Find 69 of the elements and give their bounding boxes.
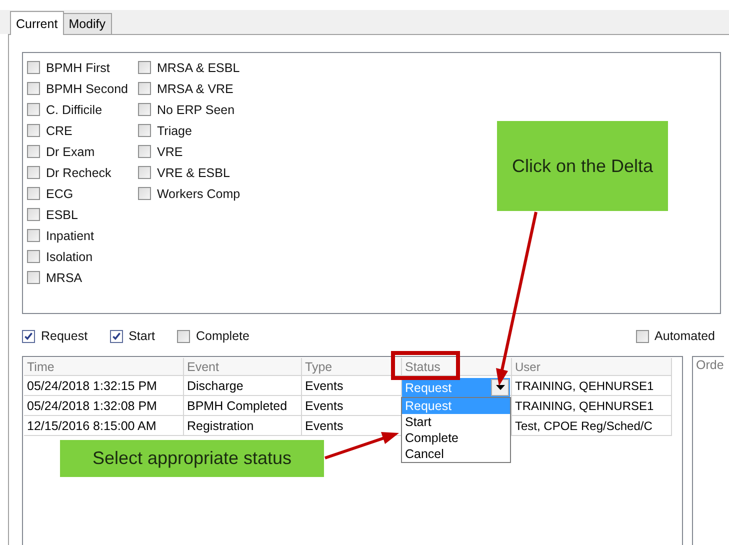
checkbox-label: VRE & ESBL [156,166,230,180]
checkbox[interactable] [27,250,40,263]
table-cell: TRAINING, QEHNURSE1 [512,396,672,416]
checkbox-label: Start [128,329,155,343]
checkbox[interactable] [138,103,151,116]
checkbox[interactable] [27,208,40,221]
checkbox[interactable] [110,330,123,342]
table-cell: Discharge [184,376,302,396]
column-header[interactable]: Status [402,358,512,376]
checkbox-label: MRSA [46,270,82,284]
checkbox[interactable] [138,124,151,137]
checkbox[interactable] [27,145,40,158]
checkbox[interactable] [138,61,151,74]
checkbox-label: MRSA & VRE [156,82,234,96]
checkbox[interactable] [138,82,151,95]
checkbox[interactable] [138,166,151,179]
tab[interactable]: Modify [62,13,112,34]
checkbox-label: No ERP Seen [156,102,235,116]
checkbox-label: Isolation [46,250,93,264]
checkbox[interactable] [27,271,40,284]
panel-title: Orde [696,358,724,372]
checkbox[interactable] [138,145,151,158]
checkbox[interactable] [27,187,40,200]
dropdown-option[interactable]: Cancel [402,446,510,462]
table-cell: 05/24/2018 1:32:15 PM [24,376,184,396]
checkbox-label: CRE [46,124,72,138]
checkbox[interactable] [636,330,649,342]
checkbox-label: Complete [196,329,250,343]
table-cell: 05/24/2018 1:32:08 PM [24,396,184,416]
checkbox-label: Workers Comp [156,186,240,200]
checkbox-label: C. Difficile [46,102,102,116]
tab[interactable]: Current [10,11,64,35]
dropdown-option[interactable]: Request [402,398,510,414]
table-cell: 12/15/2016 8:15:00 AM [24,416,184,436]
table-cell: Registration [184,416,302,436]
checkbox[interactable] [27,103,40,116]
checkbox-label: BPMH Second [46,82,128,96]
callout: Click on the Delta [497,121,668,211]
checkbox[interactable] [27,166,40,179]
checkbox-label: ECG [46,186,74,200]
dropdown-option[interactable]: Complete [402,430,510,446]
checkbox[interactable] [176,330,190,342]
checkbox-label: BPMH First [46,60,110,74]
checkbox[interactable] [27,229,40,242]
highlight-frame [391,351,460,380]
checkbox-label: Triage [156,124,192,138]
checkbox-label: Dr Recheck [46,166,112,180]
table-cell: Test, CPOE Reg/Sched/C [512,416,672,436]
checkbox-label: MRSA & ESBL [156,60,240,74]
checkbox-label: Dr Exam [46,144,95,158]
column-header[interactable]: Type [302,358,402,376]
checkbox[interactable] [22,330,35,342]
dropdown-option[interactable]: Start [402,414,510,430]
column-header[interactable]: Event [184,358,302,376]
column-header[interactable]: User [512,358,672,376]
column-header[interactable]: Time [24,358,184,376]
table-cell: BPMH Completed [184,396,302,416]
checkbox[interactable] [138,187,151,200]
checkbox-label: Request [41,329,88,343]
checkbox[interactable] [27,82,40,95]
checkbox[interactable] [27,61,40,74]
checkbox[interactable] [27,124,40,137]
checkbox-label: VRE [156,144,183,158]
checkbox-label: ESBL [46,208,78,222]
checkbox-label: Inpatient [46,228,94,242]
callout: Select appropriate status [60,440,324,477]
table-cell: TRAINING, QEHNURSE1 [512,376,672,396]
checkbox-label: Automated [654,329,715,343]
status-dropdown[interactable]: Request [402,378,510,397]
